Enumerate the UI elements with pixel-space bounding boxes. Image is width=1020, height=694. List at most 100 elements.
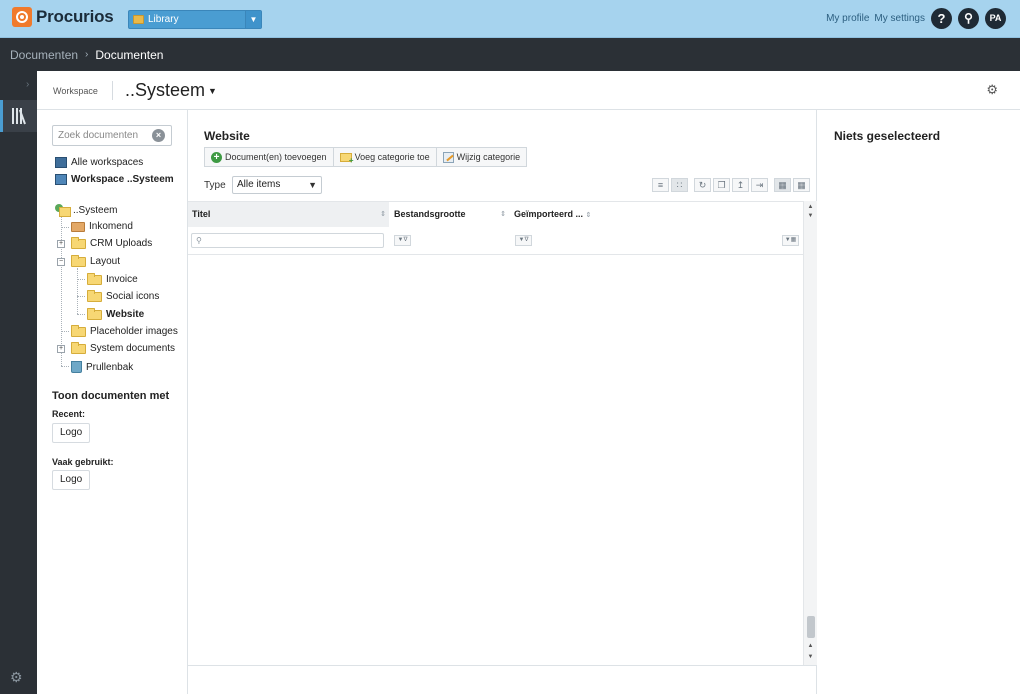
- expand-icon[interactable]: +: [57, 239, 65, 248]
- upload-icon[interactable]: ↥: [732, 178, 749, 192]
- tree-view-icon[interactable]: ▦: [793, 178, 810, 192]
- sort-icon[interactable]: ⇕: [500, 202, 506, 227]
- search-input[interactable]: Zoek documenten ×: [52, 125, 172, 146]
- folder-icon: [87, 307, 102, 320]
- tree-item-system-documents[interactable]: + System documents: [57, 341, 175, 354]
- expand-rail-icon[interactable]: ›: [26, 79, 29, 90]
- tree-item-social-icons[interactable]: Social icons: [87, 289, 160, 302]
- plus-icon: +: [211, 151, 222, 163]
- tree-item-alle-workspaces[interactable]: Alle workspaces: [55, 157, 143, 168]
- tree-item-label: Inkomend: [89, 221, 133, 232]
- add-documents-label: Document(en) toevoegen: [225, 152, 327, 162]
- tree-item-crm-uploads[interactable]: + CRM Uploads: [57, 236, 152, 249]
- filter-row: ⚲ ▼∇ ▼∇ ▼▦: [188, 226, 803, 255]
- my-settings-link[interactable]: My settings: [874, 13, 925, 24]
- clear-search-icon[interactable]: ×: [152, 129, 165, 142]
- app-name: Procurios: [36, 7, 114, 26]
- move-icon[interactable]: ⇥: [751, 178, 768, 192]
- scroll-top-icon[interactable]: ▲: [806, 203, 815, 212]
- help-icon[interactable]: ?: [931, 8, 952, 29]
- vertical-scrollbar[interactable]: ▲ ▼ ▲ ▼: [803, 201, 817, 665]
- title-filter-input[interactable]: ⚲: [191, 233, 384, 248]
- tree-item-label: Alle workspaces: [71, 157, 144, 168]
- sort-icon[interactable]: ⇕: [380, 202, 386, 227]
- rail-item-documents[interactable]: [0, 100, 37, 132]
- breadcrumb-separator-icon: ›: [85, 49, 89, 60]
- avatar[interactable]: PA: [985, 8, 1006, 29]
- tree-item-inkomend[interactable]: Inkomend: [71, 221, 133, 232]
- refresh-icon[interactable]: ↻: [694, 178, 711, 192]
- tree-connector: [77, 314, 85, 315]
- my-profile-link[interactable]: My profile: [826, 13, 869, 24]
- tree-panel: Zoek documenten × Alle workspaces Worksp…: [37, 110, 188, 694]
- scroll-up-icon[interactable]: ▲: [806, 642, 815, 651]
- search-icon: ⚲: [196, 236, 202, 245]
- type-select-value: Alle items: [237, 179, 281, 190]
- tree-item-label: Social icons: [106, 291, 160, 302]
- folder-icon: [71, 236, 86, 249]
- tree-item-layout[interactable]: − Layout: [57, 254, 120, 267]
- column-bestandsgrootte[interactable]: Bestandsgrootte ⇕: [390, 202, 509, 227]
- folder-open-icon: [71, 254, 86, 267]
- frequent-label: Vaak gebruikt:: [52, 457, 114, 467]
- library-select[interactable]: Library ▼: [128, 10, 262, 29]
- tree-connector: [61, 366, 69, 367]
- grid-view-icon[interactable]: ∷: [671, 178, 688, 192]
- column-label: Bestandsgrootte: [394, 209, 466, 219]
- copy-icon[interactable]: ❐: [713, 178, 730, 192]
- workspace-icon: [55, 174, 67, 185]
- table-header: Titel ⇕ Bestandsgrootte ⇕ Geïmporteerd .…: [188, 201, 803, 227]
- expand-icon[interactable]: +: [57, 344, 65, 353]
- tree-item-invoice[interactable]: Invoice: [87, 272, 138, 285]
- import-filter-icon[interactable]: ▼∇: [515, 235, 532, 246]
- tree-item-placeholder-images[interactable]: Placeholder images: [71, 324, 178, 337]
- column-chooser-icon[interactable]: ▼▦: [782, 235, 799, 246]
- chevron-down-icon[interactable]: ▼: [245, 11, 261, 28]
- recent-item-logo[interactable]: Logo: [52, 423, 91, 443]
- caret-down-icon: ▼: [208, 86, 217, 97]
- add-category-button[interactable]: Voeg categorie toe: [332, 147, 437, 167]
- tree-item-root[interactable]: ..Systeem: [55, 204, 118, 217]
- left-rail: › ⚙: [0, 71, 37, 694]
- scroll-bottom-icon[interactable]: ▼: [806, 212, 815, 221]
- tree-item-label: ..Systeem: [73, 204, 118, 216]
- procurios-logo-icon: [12, 7, 32, 27]
- tree-item-prullenbak[interactable]: Prullenbak: [71, 361, 133, 373]
- recent-label: Recent:: [52, 409, 86, 419]
- column-geimporteerd[interactable]: Geïmporteerd ... ⇕: [510, 202, 710, 227]
- procurios-logo[interactable]: Procurios: [12, 7, 114, 27]
- top-right-menu: My profile My settings ? ⚲ PA: [821, 8, 1006, 29]
- view-tools: ≡ ∷ ↻ ❐ ↥ ⇥ ▦ ▦: [650, 178, 810, 192]
- workspace-title: ..Systeem: [125, 80, 206, 100]
- tree-item-workspace-systeem[interactable]: Workspace ..Systeem: [55, 174, 174, 185]
- settings-gear-icon[interactable]: ⚙: [986, 82, 998, 98]
- divider: [112, 81, 113, 100]
- search-icon[interactable]: ⚲: [958, 8, 979, 29]
- breadcrumb-current: Documenten: [95, 47, 164, 62]
- scroll-down-icon[interactable]: ▼: [806, 653, 815, 662]
- folder-icon: [71, 324, 86, 337]
- workspace-title-select[interactable]: ..Systeem ▼: [125, 80, 217, 101]
- list-view-icon[interactable]: ≡: [652, 178, 669, 192]
- sort-icon[interactable]: ⇕: [586, 212, 592, 219]
- column-label: Titel: [192, 209, 211, 219]
- gear-icon[interactable]: ⚙: [10, 669, 23, 686]
- library-select-label: Library: [148, 14, 179, 25]
- inbox-icon: [71, 221, 85, 232]
- type-select[interactable]: Alle items ▼: [232, 176, 322, 194]
- folder-icon: [71, 341, 86, 354]
- column-titel[interactable]: Titel ⇕: [188, 202, 389, 227]
- add-category-label: Voeg categorie toe: [354, 152, 430, 162]
- workspace-header: Workspace ..Systeem ▼ ⚙: [37, 71, 1020, 110]
- tree-item-website[interactable]: Website: [87, 307, 144, 320]
- frequent-item-logo[interactable]: Logo: [52, 470, 91, 490]
- books-icon: [12, 106, 30, 125]
- panel-left-icon[interactable]: ▦: [774, 178, 791, 192]
- breadcrumb-item-documenten[interactable]: Documenten: [10, 48, 78, 62]
- add-documents-button[interactable]: + Document(en) toevoegen: [204, 147, 334, 167]
- size-filter-icon[interactable]: ▼∇: [394, 235, 411, 246]
- edit-category-button[interactable]: Wijzig categorie: [435, 147, 528, 167]
- tree-item-label: Workspace ..Systeem: [71, 174, 174, 185]
- collapse-icon[interactable]: −: [57, 257, 65, 266]
- scrollbar-thumb[interactable]: [807, 616, 815, 638]
